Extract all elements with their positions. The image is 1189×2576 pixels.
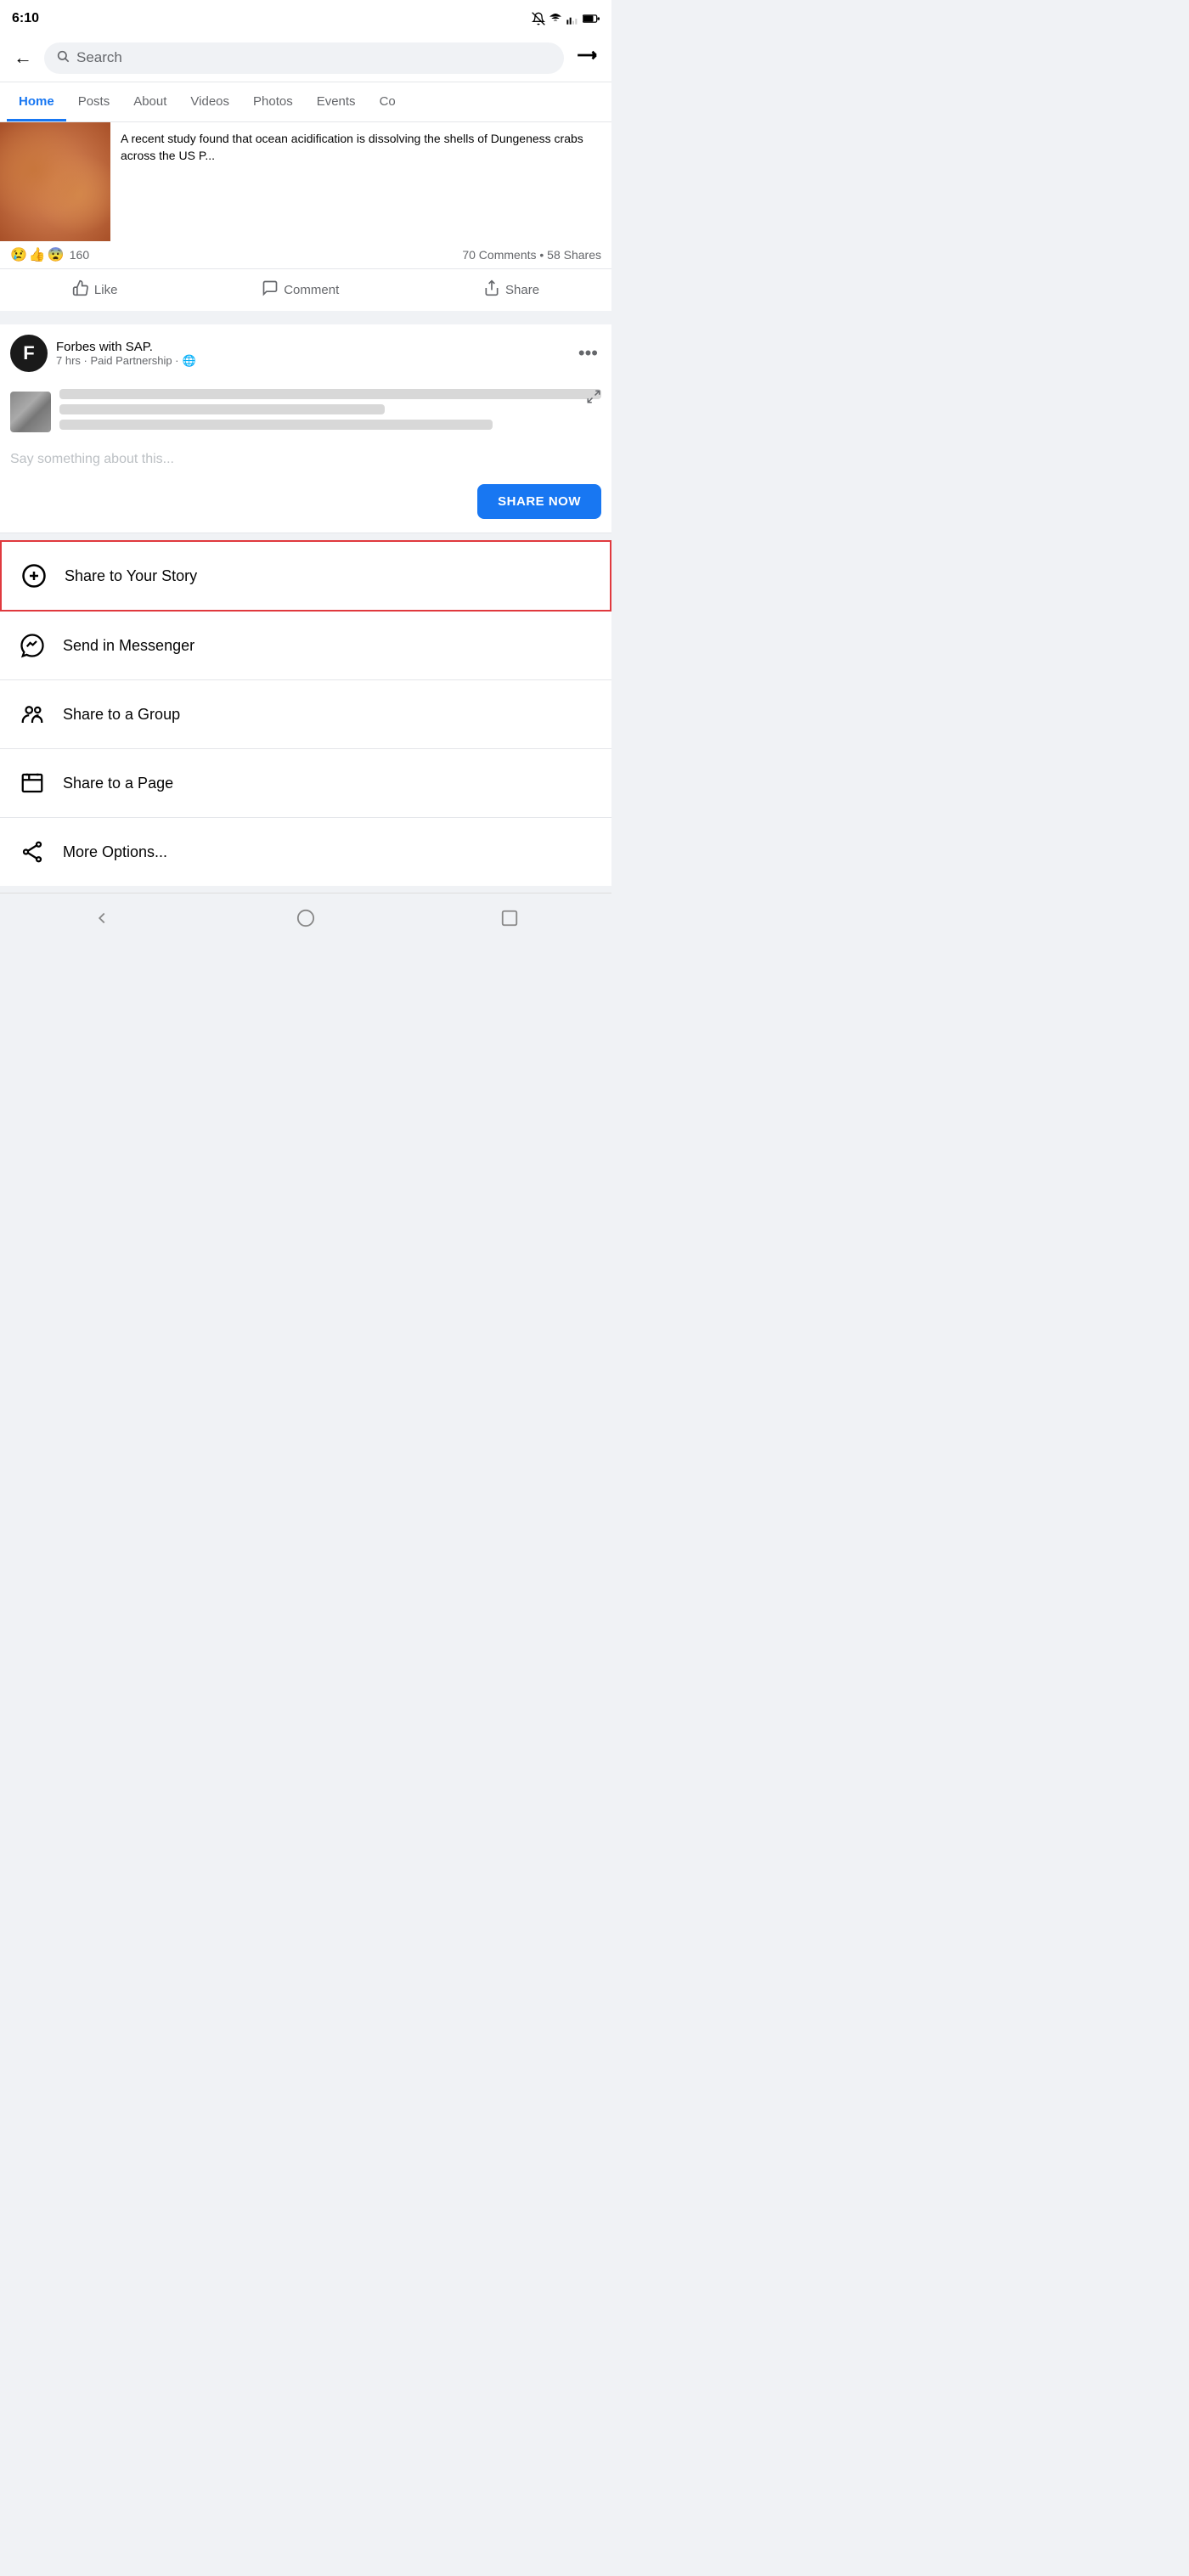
blurred-row — [10, 389, 601, 435]
tab-more[interactable]: Co — [368, 82, 408, 121]
emoji-sad: 😢 — [10, 246, 27, 263]
blurred-lines — [59, 389, 601, 435]
comment-icon — [262, 279, 279, 301]
share-group-option[interactable]: Share to a Group — [0, 680, 611, 749]
forbes-name: Forbes with SAP. — [56, 340, 566, 354]
blurred-line-2 — [59, 404, 385, 414]
search-placeholder: Search — [76, 49, 122, 66]
status-bar: 6:10 — [0, 0, 611, 34]
battery-icon — [583, 14, 600, 24]
reaction-emojis: 😢 👍 😨 160 — [10, 246, 89, 263]
like-button[interactable]: Like — [55, 273, 135, 307]
search-icon — [56, 49, 70, 67]
blurred-line-1 — [59, 389, 601, 399]
tab-posts[interactable]: Posts — [66, 82, 122, 121]
top-navigation: ← Search — [0, 34, 611, 82]
back-button[interactable]: ← — [10, 43, 36, 72]
bottom-navigation — [0, 893, 611, 948]
share-page-icon — [17, 768, 48, 798]
home-nav-button[interactable] — [279, 905, 332, 936]
share-now-row: SHARE NOW — [0, 477, 611, 533]
emoji-wow: 😨 — [48, 246, 65, 263]
notification-icon — [532, 12, 545, 25]
more-options-icon — [17, 837, 48, 867]
blurred-content-area — [0, 379, 611, 452]
forbes-avatar: F — [10, 335, 48, 372]
emoji-like: 👍 — [29, 246, 46, 263]
tab-events[interactable]: Events — [305, 82, 368, 121]
blurred-thumbnail — [10, 392, 51, 432]
share-group-label: Share to a Group — [63, 706, 180, 724]
share-page-option[interactable]: Share to a Page — [0, 749, 611, 818]
reactions-row: 😢 👍 😨 160 70 Comments • 58 Shares — [0, 241, 611, 269]
forbes-meta: 7 hrs · Paid Partnership · 🌐 — [56, 354, 566, 368]
more-options-button[interactable]: ••• — [575, 339, 601, 368]
share-now-button[interactable]: SHARE NOW — [477, 484, 601, 519]
back-nav-button[interactable] — [76, 905, 128, 936]
share-story-icon — [19, 561, 49, 591]
send-messenger-option[interactable]: Send in Messenger — [0, 612, 611, 680]
share-group-icon — [17, 699, 48, 730]
expand-icon[interactable] — [586, 389, 601, 409]
status-time: 6:10 — [12, 11, 39, 26]
share-story-option[interactable]: Share to Your Story — [0, 540, 611, 612]
comment-button[interactable]: Comment — [245, 273, 356, 307]
reaction-count: 160 — [70, 248, 89, 262]
tab-home[interactable]: Home — [7, 82, 66, 121]
wifi-icon — [549, 12, 562, 25]
forbes-post-card: F Forbes with SAP. 7 hrs · Paid Partners… — [0, 324, 611, 533]
share-icon — [483, 279, 500, 301]
like-label: Like — [94, 283, 118, 297]
say-something-placeholder[interactable]: Say something about this... — [0, 452, 611, 477]
send-messenger-label: Send in Messenger — [63, 637, 194, 655]
comment-label: Comment — [284, 283, 339, 297]
crab-post-image — [0, 122, 110, 241]
engagement-stats: 70 Comments • 58 Shares — [462, 248, 601, 262]
forbes-info: Forbes with SAP. 7 hrs · Paid Partnershi… — [56, 340, 566, 368]
tab-bar: Home Posts About Videos Photos Events Co — [0, 82, 611, 122]
blurred-line-3 — [59, 420, 493, 430]
crab-post-text-area: A recent study found that ocean acidific… — [110, 122, 611, 241]
crab-post-card: A recent study found that ocean acidific… — [0, 122, 611, 318]
tab-about[interactable]: About — [121, 82, 178, 121]
forbes-header: F Forbes with SAP. 7 hrs · Paid Partners… — [0, 324, 611, 379]
forward-button[interactable] — [572, 41, 601, 75]
signal-icon — [566, 12, 579, 25]
recent-nav-button[interactable] — [483, 905, 536, 936]
tab-photos[interactable]: Photos — [241, 82, 305, 121]
share-button[interactable]: Share — [466, 273, 556, 307]
more-options-label: More Options... — [63, 843, 167, 861]
tab-videos[interactable]: Videos — [178, 82, 241, 121]
globe-icon: 🌐 — [183, 354, 196, 368]
status-icons — [532, 12, 600, 25]
share-options-list: Share to Your Story Send in Messenger Sh… — [0, 540, 611, 886]
share-label: Share — [505, 283, 539, 297]
crab-post-title: A recent study found that ocean acidific… — [121, 131, 601, 164]
like-icon — [72, 279, 89, 301]
action-buttons: Like Comment Share — [0, 269, 611, 318]
messenger-icon — [17, 630, 48, 661]
more-options-option[interactable]: More Options... — [0, 818, 611, 886]
share-page-label: Share to a Page — [63, 775, 173, 792]
share-story-label: Share to Your Story — [65, 567, 197, 585]
search-bar[interactable]: Search — [44, 42, 564, 74]
